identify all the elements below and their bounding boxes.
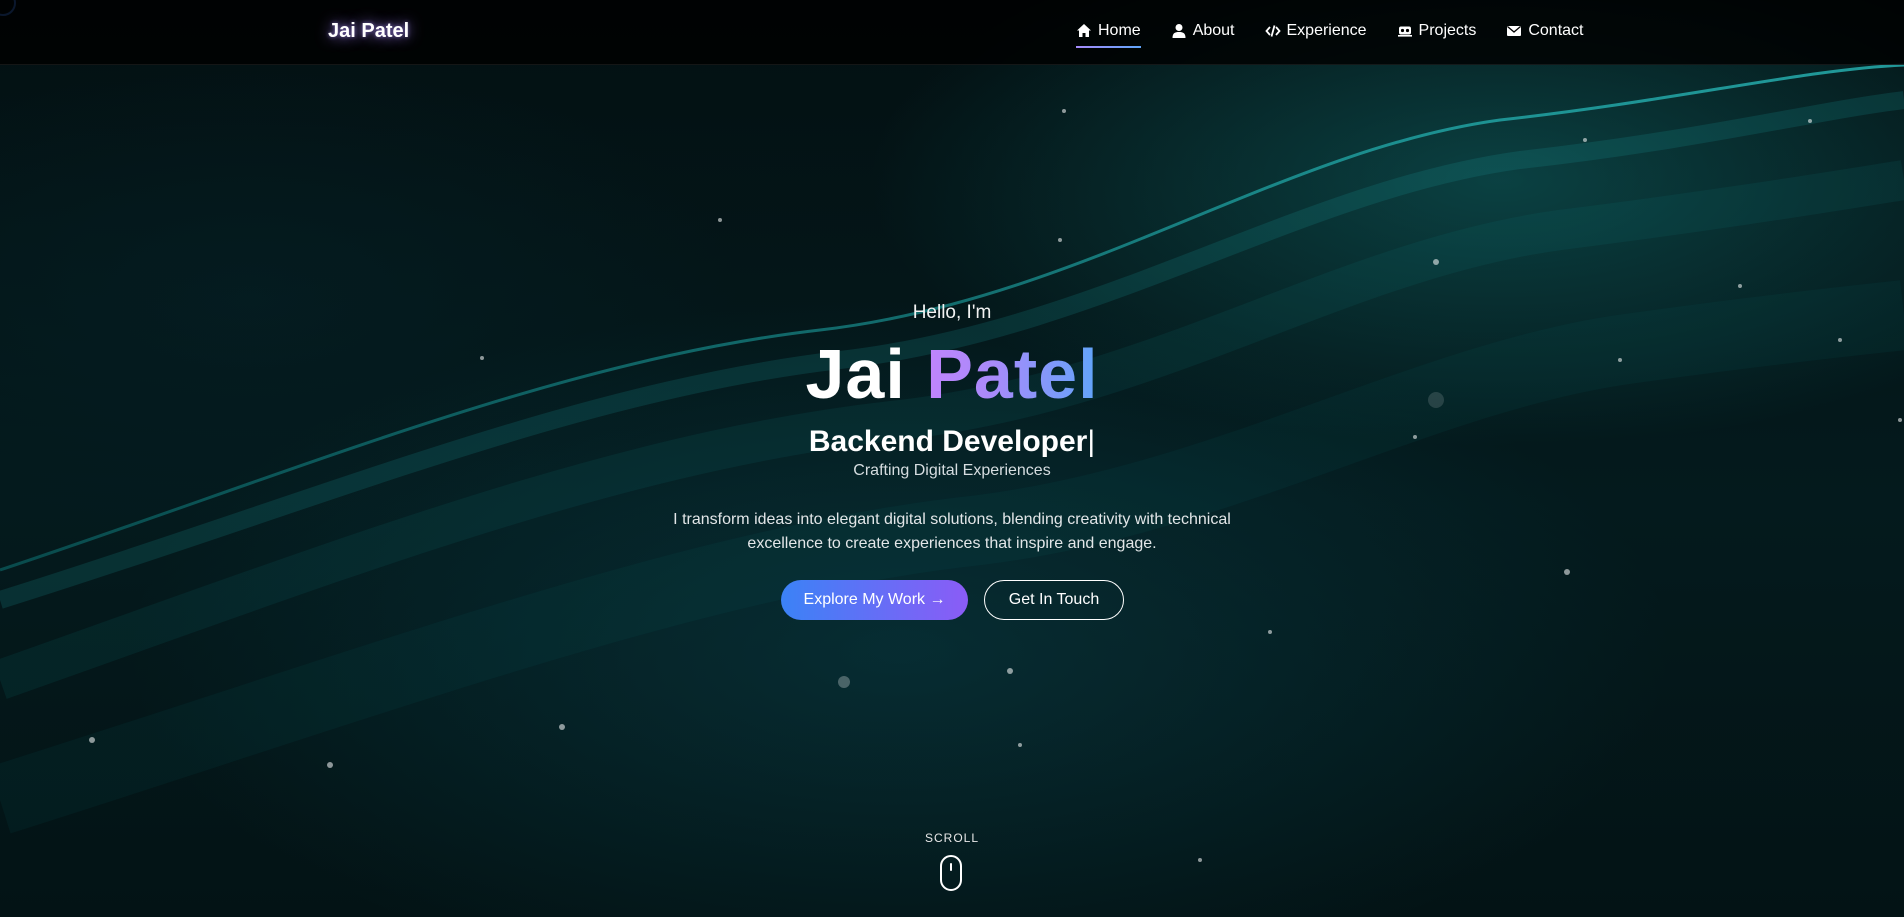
scroll-label: SCROLL [924,831,980,845]
hero-first-name: Jai [805,335,906,413]
hero-last-name: Patel [926,335,1099,413]
explore-work-button[interactable]: Explore My Work → [781,580,968,620]
nav-item-label: Home [1098,22,1141,39]
hero-greeting: Hello, I'm [912,302,992,323]
nav-item-projects[interactable]: Projects [1397,22,1477,46]
nav-menu: Home About Experience Projects Contact [1076,22,1583,48]
mouse-wheel [950,863,952,871]
envelope-icon [1507,26,1522,36]
scroll-mouse-icon[interactable] [940,855,962,891]
nav-item-label: About [1192,22,1235,39]
hero-role: Backend Developer| [0,425,1904,459]
nav-item-label: Contact [1528,22,1584,39]
nav-item-about[interactable]: About [1171,22,1235,46]
typing-caret: | [1087,425,1096,458]
hero-tagline: Crafting Digital Experiences [853,462,1051,479]
code-icon [1264,25,1281,37]
navbar: Jai Patel Home About Experience Projects… [0,0,1904,65]
nav-item-label: Experience [1286,22,1367,39]
hero-description: I transform ideas into elegant digital s… [673,511,1231,552]
nav-item-label: Projects [1418,22,1477,39]
nav-item-home[interactable]: Home [1076,22,1141,48]
home-icon [1077,24,1091,37]
get-in-touch-button[interactable]: Get In Touch [984,580,1124,620]
brand-logo[interactable]: Jai Patel [328,20,409,43]
hero-name: Jai Patel [0,334,1904,414]
user-icon [1172,24,1186,38]
hero-role-text: Backend Developer [808,425,1088,458]
laptop-icon [1397,26,1412,37]
nav-item-experience[interactable]: Experience [1264,22,1367,46]
nav-item-contact[interactable]: Contact [1506,22,1583,46]
